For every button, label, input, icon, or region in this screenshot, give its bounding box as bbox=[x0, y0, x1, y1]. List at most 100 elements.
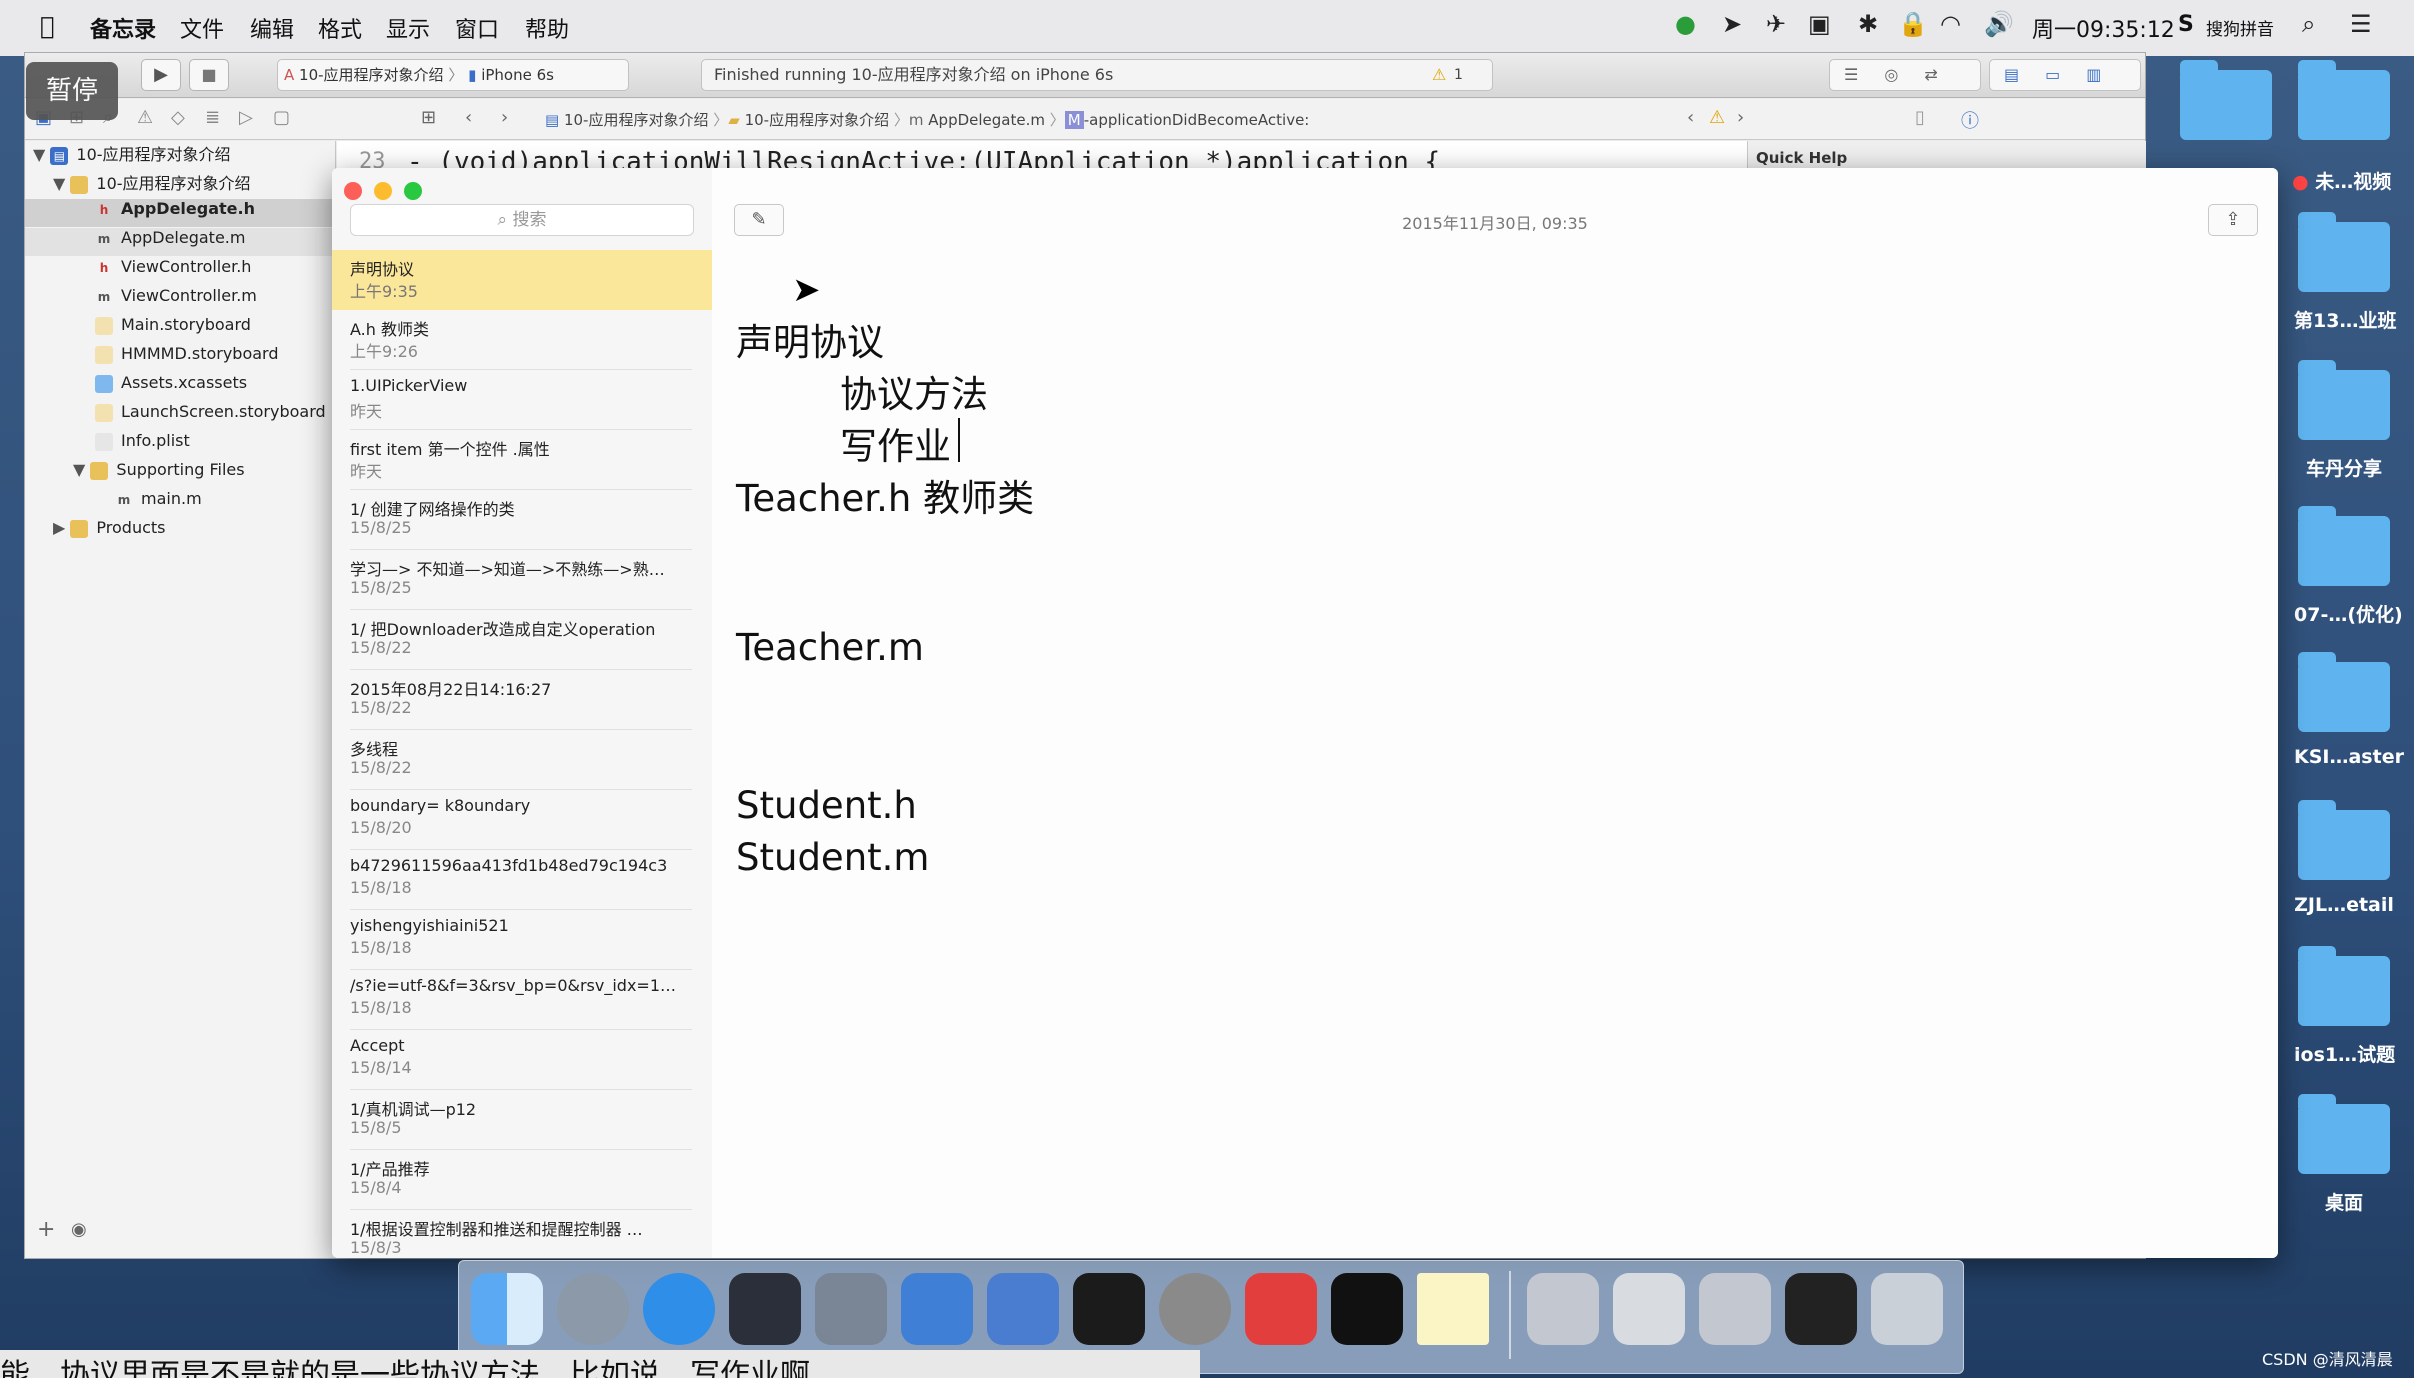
tree-file-viewcontroller-m[interactable]: m ViewController.m bbox=[25, 286, 335, 314]
assistant-editor-icon[interactable]: ◎ bbox=[1884, 65, 1898, 84]
jump-bar-project[interactable]: 10-应用程序对象介绍 bbox=[564, 111, 709, 129]
tree-file-appdelegate-h[interactable]: h AppDelegate.h bbox=[25, 199, 335, 227]
debug-toggle-icon[interactable]: ▭ bbox=[2045, 65, 2060, 84]
note-list-item[interactable]: 1/产品推荐 15/8/4 bbox=[332, 1150, 712, 1210]
note-list-item[interactable]: A.h 教师类 上午9:26 bbox=[332, 310, 712, 370]
debug-navigator-icon[interactable]: ≣ bbox=[205, 107, 220, 128]
tree-group-supporting-files[interactable]: ▼ Supporting Files bbox=[25, 460, 335, 488]
stop-button[interactable]: ■ bbox=[189, 59, 229, 91]
run-button[interactable]: ▶ bbox=[141, 59, 181, 91]
ime-label[interactable]: 搜狗拼音 bbox=[2206, 15, 2274, 40]
forward-arrow-icon[interactable]: › bbox=[501, 107, 508, 128]
prev-issue-icon[interactable]: ‹ bbox=[1687, 107, 1694, 128]
next-issue-icon[interactable]: › bbox=[1737, 107, 1744, 128]
xmind-icon[interactable] bbox=[1245, 1273, 1317, 1345]
notification-center-icon[interactable]: ☰ bbox=[2350, 10, 2372, 38]
standard-editor-icon[interactable]: ☰ bbox=[1844, 65, 1858, 84]
tree-file-appdelegate-m[interactable]: m AppDelegate.m bbox=[25, 228, 335, 256]
lock-icon[interactable]: 🔒 bbox=[1898, 10, 1928, 38]
menu-edit[interactable]: 编辑 bbox=[250, 12, 294, 44]
menu-window[interactable]: 窗口 bbox=[455, 12, 499, 44]
clock[interactable]: 周一09:35:12 bbox=[2032, 12, 2175, 44]
instruments-icon[interactable] bbox=[987, 1273, 1059, 1345]
desktop-folder[interactable] bbox=[2294, 60, 2394, 140]
breakpoint-navigator-icon[interactable]: ▷ bbox=[239, 107, 253, 128]
desktop-folder[interactable]: ios1…试题 bbox=[2294, 946, 2395, 1067]
note-list-item[interactable]: yishengyishiaini521 15/8/18 bbox=[332, 910, 712, 970]
minimize-button[interactable] bbox=[374, 182, 392, 200]
bluetooth-icon[interactable]: ✱ bbox=[1858, 10, 1878, 38]
utilities-toggle-icon[interactable]: ▥ bbox=[2086, 65, 2101, 84]
mouse-app-icon[interactable] bbox=[729, 1273, 801, 1345]
version-editor-icon[interactable]: ⇄ bbox=[1924, 65, 1937, 84]
tree-group-products[interactable]: ▶ Products bbox=[25, 518, 335, 546]
note-list-item[interactable]: 学习—> 不知道—>知道—>不熟练—>熟… 15/8/25 bbox=[332, 550, 712, 610]
note-list-item[interactable]: /s?ie=utf-8&f=3&rsv_bp=0&rsv_idx=1… 15/8/… bbox=[332, 970, 712, 1030]
tree-file-launchscreen[interactable]: LaunchScreen.storyboard bbox=[25, 402, 335, 430]
note-list-item[interactable]: 1/ 创建了网络操作的类 15/8/25 bbox=[332, 490, 712, 550]
note-list-item[interactable]: 多线程 15/8/22 bbox=[332, 730, 712, 790]
editor-mode-group[interactable]: ☰ ◎ ⇄ bbox=[1829, 59, 1981, 91]
terminal-icon[interactable] bbox=[1073, 1273, 1145, 1345]
tree-file-main-m[interactable]: m main.m bbox=[25, 489, 335, 517]
note-list-item[interactable]: 2015年08月22日14:16:27 15/8/22 bbox=[332, 670, 712, 730]
navigator-toggle-icon[interactable]: ▤ bbox=[2004, 65, 2019, 84]
desktop-folder[interactable]: 第13…业班 bbox=[2294, 212, 2396, 333]
add-file-icon[interactable]: + bbox=[37, 1217, 55, 1242]
test-navigator-icon[interactable]: ◇ bbox=[171, 107, 185, 128]
warning-icon[interactable]: ⚠ bbox=[1432, 60, 1446, 90]
tree-file-main-storyboard[interactable]: Main.storyboard bbox=[25, 315, 335, 343]
recent-filter-icon[interactable]: ◉ bbox=[71, 1219, 87, 1240]
tree-file-assets[interactable]: Assets.xcassets bbox=[25, 373, 335, 401]
pause-overlay[interactable]: 暂停 bbox=[26, 62, 118, 120]
zoom-button[interactable] bbox=[404, 182, 422, 200]
note-list-item[interactable]: 1.UIPickerView 昨天 bbox=[332, 370, 712, 430]
camera-icon[interactable]: ▣ bbox=[1808, 10, 1831, 38]
tree-project-root[interactable]: ▼ ▤ 10-应用程序对象介绍 bbox=[25, 141, 335, 169]
note-list-item[interactable]: 1/根据设置控制器和推送和提醒控制器 … 15/8/3 bbox=[332, 1210, 712, 1258]
jump-bar-group[interactable]: 10-应用程序对象介绍 bbox=[745, 111, 890, 129]
search-input[interactable]: ⌕ 搜索 bbox=[350, 204, 694, 236]
desktop-folder[interactable]: 车丹分享 bbox=[2294, 360, 2394, 481]
menu-file[interactable]: 文件 bbox=[180, 12, 224, 44]
note-list-item[interactable]: first item 第一个控件 .属性 昨天 bbox=[332, 430, 712, 490]
jump-bar-file[interactable]: AppDelegate.m bbox=[928, 111, 1045, 129]
downloads-stack-icon[interactable] bbox=[1785, 1273, 1857, 1345]
apple-icon[interactable]:  bbox=[40, 12, 54, 40]
jump-bar-method[interactable]: -applicationDidBecomeActive: bbox=[1084, 111, 1310, 129]
menu-view[interactable]: 显示 bbox=[386, 12, 430, 44]
volume-icon[interactable]: 🔊 bbox=[1984, 10, 2014, 38]
status-green-icon[interactable]: ● bbox=[1675, 10, 1696, 38]
related-items-icon[interactable]: ⊞ bbox=[421, 107, 436, 128]
report-navigator-icon[interactable]: ▢ bbox=[273, 107, 290, 128]
back-arrow-icon[interactable]: ‹ bbox=[465, 107, 472, 128]
finder-icon[interactable] bbox=[471, 1273, 543, 1345]
desktop-folder[interactable] bbox=[2176, 60, 2276, 140]
note-list-item[interactable]: Accept 15/8/14 bbox=[332, 1030, 712, 1090]
desktop-folder[interactable]: 桌面 bbox=[2294, 1094, 2394, 1215]
desktop-folder[interactable]: KSI…aster bbox=[2294, 652, 2404, 768]
tree-file-info-plist[interactable]: Info.plist bbox=[25, 431, 335, 459]
desktop-folder[interactable]: ZJL…etail bbox=[2294, 800, 2394, 916]
spotlight-search-icon[interactable]: ⌕ bbox=[2302, 10, 2315, 38]
note-list-item[interactable]: 1/真机调试—p12 15/8/5 bbox=[332, 1090, 712, 1150]
safari-icon[interactable] bbox=[643, 1273, 715, 1345]
ime-icon[interactable]: S bbox=[2178, 12, 2194, 37]
tree-file-hmmmd-storyboard[interactable]: HMMMD.storyboard bbox=[25, 344, 335, 372]
close-button[interactable] bbox=[344, 182, 362, 200]
panel-toggle-group[interactable]: ▤ ▭ ▥ bbox=[1989, 59, 2141, 91]
trash-icon[interactable] bbox=[1871, 1273, 1943, 1345]
wifi-icon[interactable]: ◠ bbox=[1940, 10, 1961, 38]
jump-bar[interactable]: ▤ 10-应用程序对象介绍 〉▰ 10-应用程序对象介绍 〉m AppDeleg… bbox=[545, 109, 1309, 130]
exec-terminal-icon[interactable] bbox=[1331, 1273, 1403, 1345]
tree-file-viewcontroller-h[interactable]: h ViewController.h bbox=[25, 257, 335, 285]
system-preferences-icon[interactable] bbox=[1159, 1273, 1231, 1345]
note-editor[interactable]: ✎ 2015年11月30日, 09:35 ⇪ ➤ 声明协议 协议方法 写作业 T… bbox=[712, 168, 2278, 1258]
airplane-icon[interactable]: ✈ bbox=[1766, 10, 1786, 38]
note-list-item[interactable]: boundary= k8oundary 15/8/20 bbox=[332, 790, 712, 850]
share-button[interactable]: ⇪ bbox=[2208, 204, 2258, 236]
imovie-icon[interactable] bbox=[815, 1273, 887, 1345]
notes-app-icon[interactable] bbox=[1417, 1273, 1489, 1345]
location-arrow-icon[interactable]: ➤ bbox=[1722, 10, 1742, 38]
menu-format[interactable]: 格式 bbox=[318, 12, 362, 44]
